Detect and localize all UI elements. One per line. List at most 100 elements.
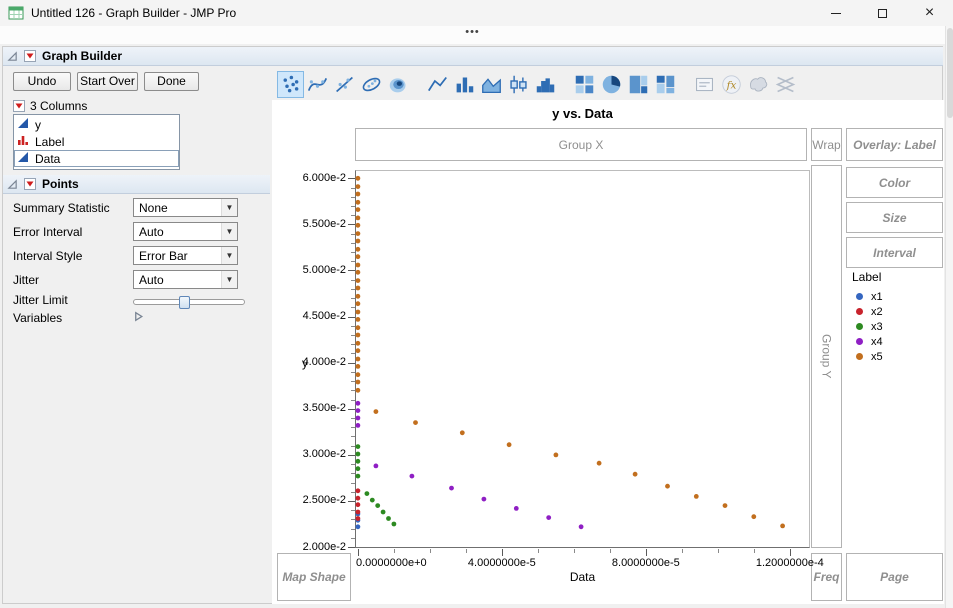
- titlebar[interactable]: Untitled 126 - Graph Builder - JMP Pro ×: [0, 0, 953, 26]
- group-y-drop-zone[interactable]: Group Y: [811, 165, 842, 548]
- y-major-tick: [348, 409, 355, 410]
- x-minor-tick: [574, 549, 575, 553]
- chevron-down-icon: ▼: [221, 199, 237, 216]
- caption-box-icon: [694, 74, 715, 95]
- columns-section-header[interactable]: 3 Columns: [13, 99, 87, 113]
- continuous-column-icon: [17, 117, 29, 132]
- legend-item-x3[interactable]: x3: [856, 319, 883, 334]
- legend-item-x4[interactable]: x4: [856, 334, 883, 349]
- collapse-triangle-icon[interactable]: [7, 179, 18, 190]
- overlay-drop-zone[interactable]: Overlay: Label: [846, 128, 943, 161]
- legend-marker: [856, 338, 863, 345]
- legend-item-x1[interactable]: x1: [856, 289, 883, 304]
- slider-handle[interactable]: [179, 296, 190, 309]
- tool-parallel-button[interactable]: [772, 71, 799, 98]
- jitter-select[interactable]: Auto ▼: [133, 270, 238, 289]
- color-drop-zone[interactable]: Color: [846, 167, 943, 198]
- jitter-limit-slider[interactable]: [133, 299, 245, 305]
- y-major-tick: [348, 363, 355, 364]
- formula-icon: fx: [721, 74, 742, 95]
- legend-item-x5[interactable]: x5: [856, 349, 883, 364]
- group-x-drop-zone[interactable]: Group X: [355, 128, 807, 161]
- tool-smoother-button[interactable]: [304, 71, 331, 98]
- collapse-triangle-icon[interactable]: [7, 51, 18, 62]
- y-minor-tick: [351, 215, 355, 216]
- y-minor-tick: [351, 538, 355, 539]
- chevron-down-icon: ▼: [221, 271, 237, 288]
- points-icon: [280, 74, 301, 95]
- interval-style-select[interactable]: Error Bar ▼: [133, 246, 238, 265]
- column-item-label[interactable]: Label: [14, 133, 179, 150]
- jmp-app-icon: [8, 5, 24, 21]
- column-label: y: [35, 118, 41, 132]
- y-major-tick: [348, 547, 355, 548]
- red-triangle-menu-icon[interactable]: [13, 100, 25, 112]
- parallel-icon: [775, 74, 796, 95]
- tool-line-of-fit-button[interactable]: [331, 71, 358, 98]
- red-triangle-menu-icon[interactable]: [24, 50, 36, 62]
- close-icon: ×: [925, 5, 934, 21]
- page-drop-zone[interactable]: Page: [846, 553, 943, 601]
- tool-points-button[interactable]: [277, 71, 304, 98]
- y-tick-label: 4.000e-2: [289, 356, 346, 368]
- tool-line-button[interactable]: [424, 71, 451, 98]
- select-value: Auto: [139, 273, 221, 287]
- line-of-fit-icon: [334, 74, 355, 95]
- tool-treemap-button[interactable]: [625, 71, 652, 98]
- y-tick-label: 2.000e-2: [289, 541, 346, 553]
- scrollbar-thumb[interactable]: [947, 28, 953, 118]
- y-tick-label: 6.000e-2: [289, 172, 346, 184]
- error-interval-select[interactable]: Auto ▼: [133, 222, 238, 241]
- y-minor-tick: [351, 510, 355, 511]
- tool-ellipse-button[interactable]: [358, 71, 385, 98]
- tool-bar-button[interactable]: [451, 71, 478, 98]
- menu-overflow[interactable]: •••: [0, 26, 945, 44]
- y-minor-tick: [351, 400, 355, 401]
- graph-builder-header[interactable]: Graph Builder: [3, 47, 943, 66]
- map-shape-drop-zone[interactable]: Map Shape: [277, 553, 351, 601]
- plot-area[interactable]: [355, 170, 810, 548]
- y-minor-tick: [351, 289, 355, 290]
- tool-caption-box-button[interactable]: [691, 71, 718, 98]
- tool-histogram-button[interactable]: [532, 71, 559, 98]
- start-over-button[interactable]: Start Over: [77, 72, 138, 91]
- ellipse-icon: [361, 74, 382, 95]
- y-minor-tick: [351, 197, 355, 198]
- jmp-window: Untitled 126 - Graph Builder - JMP Pro ×…: [0, 0, 953, 608]
- size-drop-zone[interactable]: Size: [846, 202, 943, 233]
- y-minor-tick: [351, 243, 355, 244]
- tool-heatmap-button[interactable]: [571, 71, 598, 98]
- done-button[interactable]: Done: [144, 72, 199, 91]
- y-minor-tick: [351, 418, 355, 419]
- legend: x1x2x3x4x5: [856, 289, 883, 364]
- tool-area-button[interactable]: [478, 71, 505, 98]
- tool-map-shapes-button[interactable]: [745, 71, 772, 98]
- column-item-data[interactable]: Data: [14, 150, 179, 167]
- tool-pie-button[interactable]: [598, 71, 625, 98]
- x-minor-tick: [754, 549, 755, 553]
- tool-formula-button[interactable]: fx: [718, 71, 745, 98]
- x-tick-label: 0.0000000e+0: [356, 557, 427, 569]
- maximize-button[interactable]: [859, 0, 906, 26]
- points-section-header[interactable]: Points: [3, 175, 270, 194]
- column-item-y[interactable]: y: [14, 116, 179, 133]
- summary-statistic-select[interactable]: None ▼: [133, 198, 238, 217]
- close-button[interactable]: ×: [906, 0, 953, 26]
- y-major-tick: [348, 270, 355, 271]
- element-type-toolbar: fx: [277, 70, 799, 98]
- undo-button[interactable]: Undo: [13, 72, 71, 91]
- tool-box-plot-button[interactable]: [505, 71, 532, 98]
- legend-title: Label: [852, 270, 881, 284]
- variables-disclosure-icon[interactable]: [133, 311, 144, 325]
- minimize-button[interactable]: [812, 0, 859, 26]
- interval-drop-zone[interactable]: Interval: [846, 237, 943, 268]
- tool-mosaic-button[interactable]: [652, 71, 679, 98]
- legend-item-x2[interactable]: x2: [856, 304, 883, 319]
- variables-label: Variables: [13, 311, 62, 325]
- x-tick-label: 1.2000000e-4: [745, 557, 835, 569]
- tool-contour-button[interactable]: [385, 71, 412, 98]
- minimize-icon: [831, 13, 841, 14]
- red-triangle-menu-icon[interactable]: [24, 178, 36, 190]
- vertical-scrollbar[interactable]: [945, 26, 953, 608]
- wrap-drop-zone[interactable]: Wrap: [811, 128, 842, 161]
